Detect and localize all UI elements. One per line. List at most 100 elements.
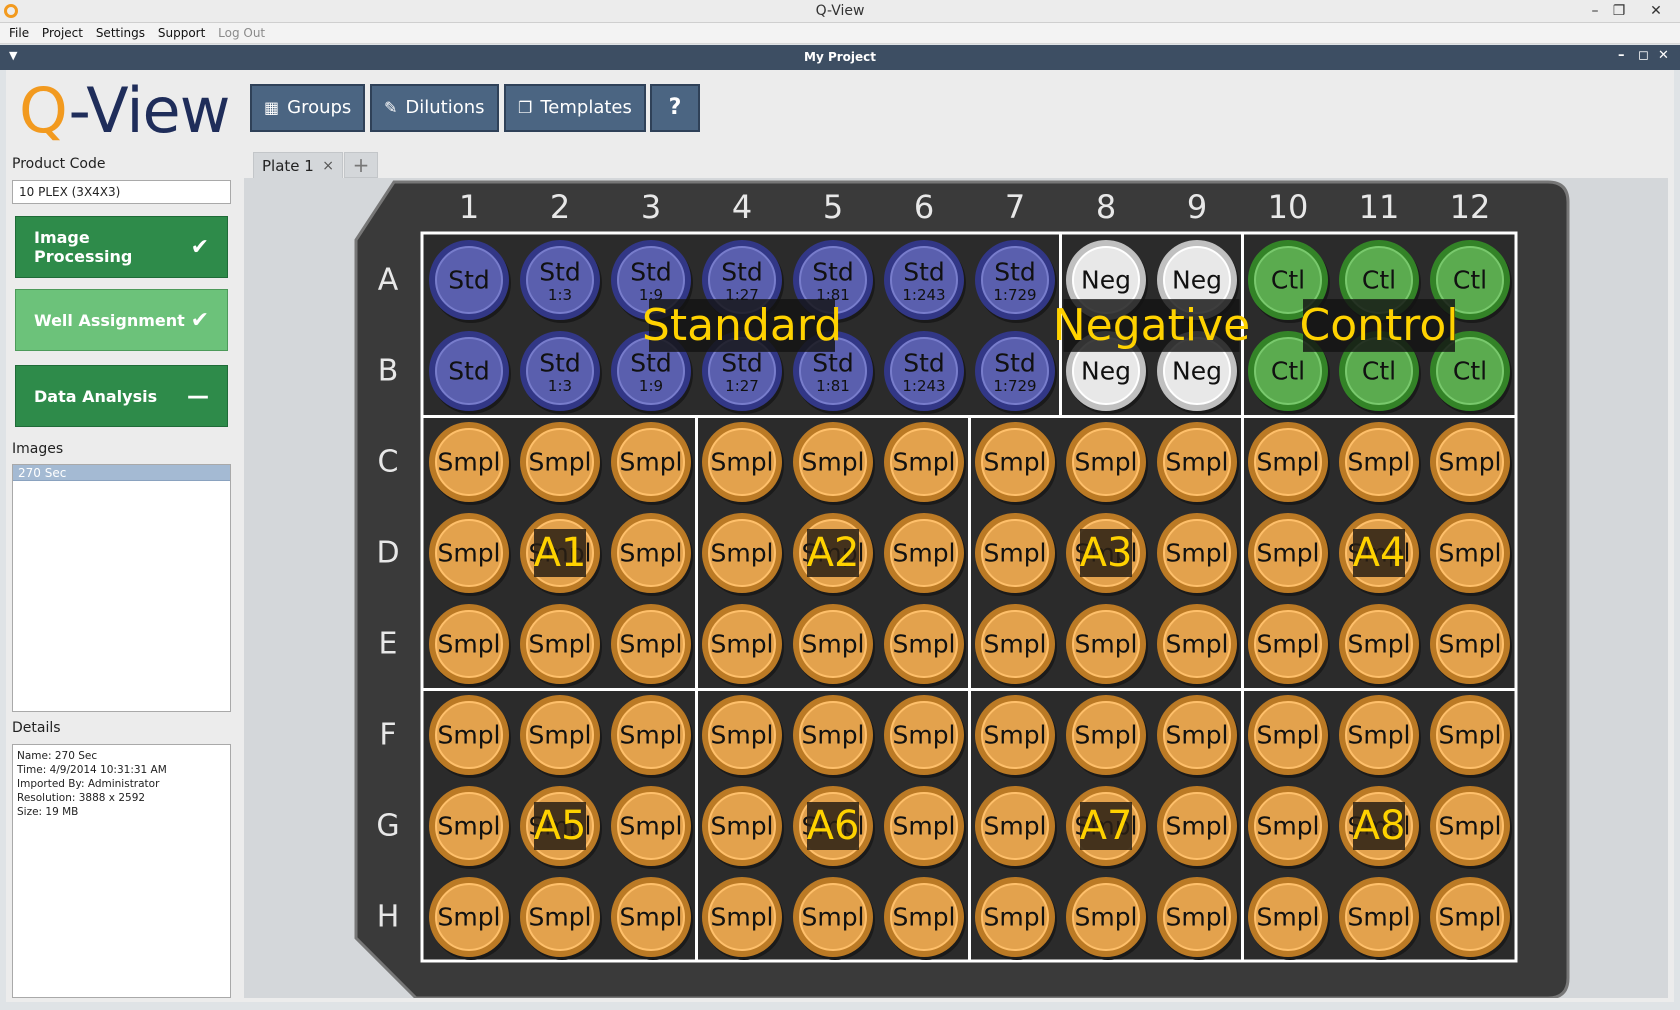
main-area: Q-View ▦ Groups ✎ Dilutions ❐ Templates ? P… — [6, 70, 1674, 1002]
detail-line: Size: 19 MB — [17, 806, 79, 818]
row-header: H — [377, 900, 400, 935]
well-label: Smpl — [1165, 630, 1228, 659]
tab-plate-1[interactable]: Plate 1 × — [253, 152, 343, 178]
project-minimize-icon[interactable]: – — [1618, 48, 1625, 63]
detail-line: Resolution: 3888 x 2592 — [17, 792, 146, 804]
well-label: Ctl — [1362, 357, 1396, 386]
well-label: Smpl — [437, 630, 500, 659]
well-label: Smpl — [1074, 903, 1137, 932]
well-label: Smpl — [619, 721, 682, 750]
sample-group-label: A3 — [1080, 530, 1133, 576]
well-label: Smpl — [619, 812, 682, 841]
row-header: B — [378, 354, 399, 389]
well-label: Smpl — [528, 448, 591, 477]
menu-logout[interactable]: Log Out — [218, 23, 265, 40]
menu-project[interactable]: Project — [42, 23, 83, 40]
groups-button[interactable]: ▦ Groups — [250, 84, 366, 132]
well-label: Smpl — [437, 539, 500, 568]
well-label: Smpl — [710, 721, 773, 750]
well-label: Smpl — [983, 721, 1046, 750]
well-label: Std — [812, 258, 854, 287]
column-header: 3 — [641, 188, 661, 226]
window-title: Q-View — [815, 3, 865, 19]
templates-button[interactable]: ❐ Templates — [504, 84, 646, 132]
well-label: Smpl — [528, 630, 591, 659]
step-data-analysis[interactable]: Data Analysis — — [15, 365, 228, 427]
sample-group-label: A5 — [534, 803, 587, 849]
project-maximize-icon[interactable]: ◻ — [1638, 48, 1649, 63]
well-label: Std — [539, 349, 581, 378]
groups-icon: ▦ — [264, 98, 280, 117]
well-label: Smpl — [1347, 721, 1410, 750]
close-icon[interactable]: ✕ — [1641, 2, 1671, 20]
row-header: F — [379, 718, 396, 753]
detail-line: Name: 270 Sec — [17, 750, 98, 762]
well-label: Std — [630, 258, 672, 287]
details-panel: Name: 270 Sec Time: 4/9/2014 10:31:31 AM… — [12, 744, 231, 998]
step-image-processing[interactable]: Image Processing ✔ — [15, 216, 228, 278]
menu-file[interactable]: File — [9, 23, 29, 40]
well-label: Std — [903, 349, 945, 378]
well-label: Smpl — [1074, 721, 1137, 750]
well-label: Std — [630, 349, 672, 378]
well-label: Ctl — [1453, 357, 1487, 386]
well-label: Smpl — [619, 903, 682, 932]
well-label: Neg — [1172, 266, 1222, 295]
well-label: Smpl — [1165, 448, 1228, 477]
well-label: Smpl — [710, 630, 773, 659]
well-label: Smpl — [1256, 448, 1319, 477]
row-header: A — [378, 263, 399, 298]
well-label: Smpl — [1256, 721, 1319, 750]
add-tab-icon[interactable]: + — [344, 152, 378, 178]
step-label: Well Assignment — [34, 310, 185, 330]
pipette-icon: ✎ — [384, 98, 398, 117]
menu-support[interactable]: Support — [158, 23, 205, 40]
tab-close-icon[interactable]: × — [322, 158, 334, 174]
well-label: Smpl — [1438, 721, 1501, 750]
well-label: Smpl — [1347, 630, 1410, 659]
well-label: Smpl — [892, 630, 955, 659]
check-icon: ✔ — [190, 234, 209, 260]
menu-settings[interactable]: Settings — [96, 23, 145, 40]
well-label: Smpl — [437, 448, 500, 477]
title-bar: Q-View – ❐ ✕ — [0, 0, 1680, 23]
well-sublabel: 1:9 — [639, 377, 663, 395]
well-label: Smpl — [1165, 903, 1228, 932]
row-header: D — [376, 536, 399, 571]
column-header: 5 — [823, 188, 843, 226]
project-close-icon[interactable]: ✕ — [1658, 48, 1669, 63]
sample-group-label: A2 — [807, 530, 860, 576]
column-header: 12 — [1450, 188, 1491, 226]
dilutions-button[interactable]: ✎ Dilutions — [370, 84, 499, 132]
well-label: Smpl — [892, 812, 955, 841]
well-label: Ctl — [1453, 266, 1487, 295]
well-label: Smpl — [983, 903, 1046, 932]
well-label: Smpl — [983, 812, 1046, 841]
well-label: Smpl — [528, 903, 591, 932]
detail-line: Imported By: Administrator — [17, 778, 160, 790]
well-label: Std — [994, 349, 1036, 378]
well-label: Smpl — [1074, 630, 1137, 659]
step-well-assignment[interactable]: Well Assignment ✔ — [15, 289, 228, 351]
well-label: Ctl — [1362, 266, 1396, 295]
well-label: Neg — [1081, 266, 1131, 295]
well-label: Smpl — [528, 721, 591, 750]
row-header: G — [376, 809, 399, 844]
product-code-field[interactable]: 10 PLEX (3X4X3) — [12, 180, 231, 204]
well-label: Std — [812, 349, 854, 378]
list-item[interactable]: 270 Sec — [13, 465, 230, 481]
well-label: Smpl — [437, 721, 500, 750]
restore-icon[interactable]: ❐ — [1604, 2, 1634, 20]
well-label: Smpl — [1438, 812, 1501, 841]
sample-group-label: A7 — [1080, 803, 1133, 849]
well-label: Smpl — [892, 903, 955, 932]
q-view-logo: Q-View — [19, 74, 230, 147]
product-code-label: Product Code — [12, 156, 106, 172]
well-label: Smpl — [619, 539, 682, 568]
column-header: 2 — [550, 188, 570, 226]
help-button[interactable]: ? — [650, 84, 700, 132]
well-label: Smpl — [710, 539, 773, 568]
images-list[interactable]: 270 Sec — [12, 464, 231, 712]
well-sublabel: 1:27 — [725, 377, 759, 395]
column-header: 1 — [459, 188, 479, 226]
